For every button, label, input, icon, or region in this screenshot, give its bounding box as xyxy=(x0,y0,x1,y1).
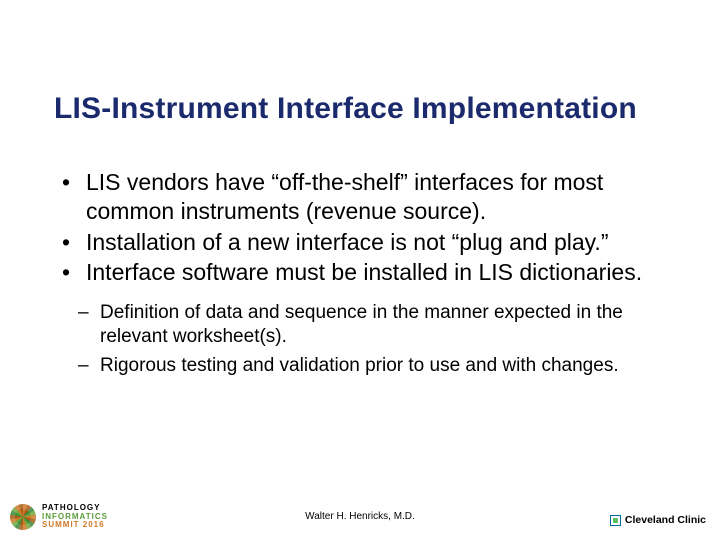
bullet-list: LIS vendors have “off-the-shelf” interfa… xyxy=(54,168,660,287)
bullet-item: Interface software must be installed in … xyxy=(54,258,660,287)
summit-badge-icon xyxy=(10,504,36,530)
bullet-item: LIS vendors have “off-the-shelf” interfa… xyxy=(54,168,660,226)
cleveland-clinic-text: Cleveland Clinic xyxy=(625,514,706,526)
footer-left-logo: PATHOLOGY INFORMATICS SUMMIT 2016 xyxy=(10,504,108,530)
summit-text: PATHOLOGY INFORMATICS SUMMIT 2016 xyxy=(42,504,108,529)
slide-title: LIS-Instrument Interface Implementation xyxy=(54,92,680,126)
bullet-item: Installation of a new interface is not “… xyxy=(54,228,660,257)
slide: LIS-Instrument Interface Implementation … xyxy=(0,0,720,540)
sub-bullet-item: Rigorous testing and validation prior to… xyxy=(76,354,660,378)
summit-line: SUMMIT 2016 xyxy=(42,521,108,529)
sub-bullet-list: Definition of data and sequence in the m… xyxy=(76,301,660,378)
cleveland-clinic-icon xyxy=(610,515,621,526)
slide-body: LIS vendors have “off-the-shelf” interfa… xyxy=(54,168,660,382)
footer-right-logo: Cleveland Clinic xyxy=(610,514,706,526)
sub-bullet-item: Definition of data and sequence in the m… xyxy=(76,301,660,350)
